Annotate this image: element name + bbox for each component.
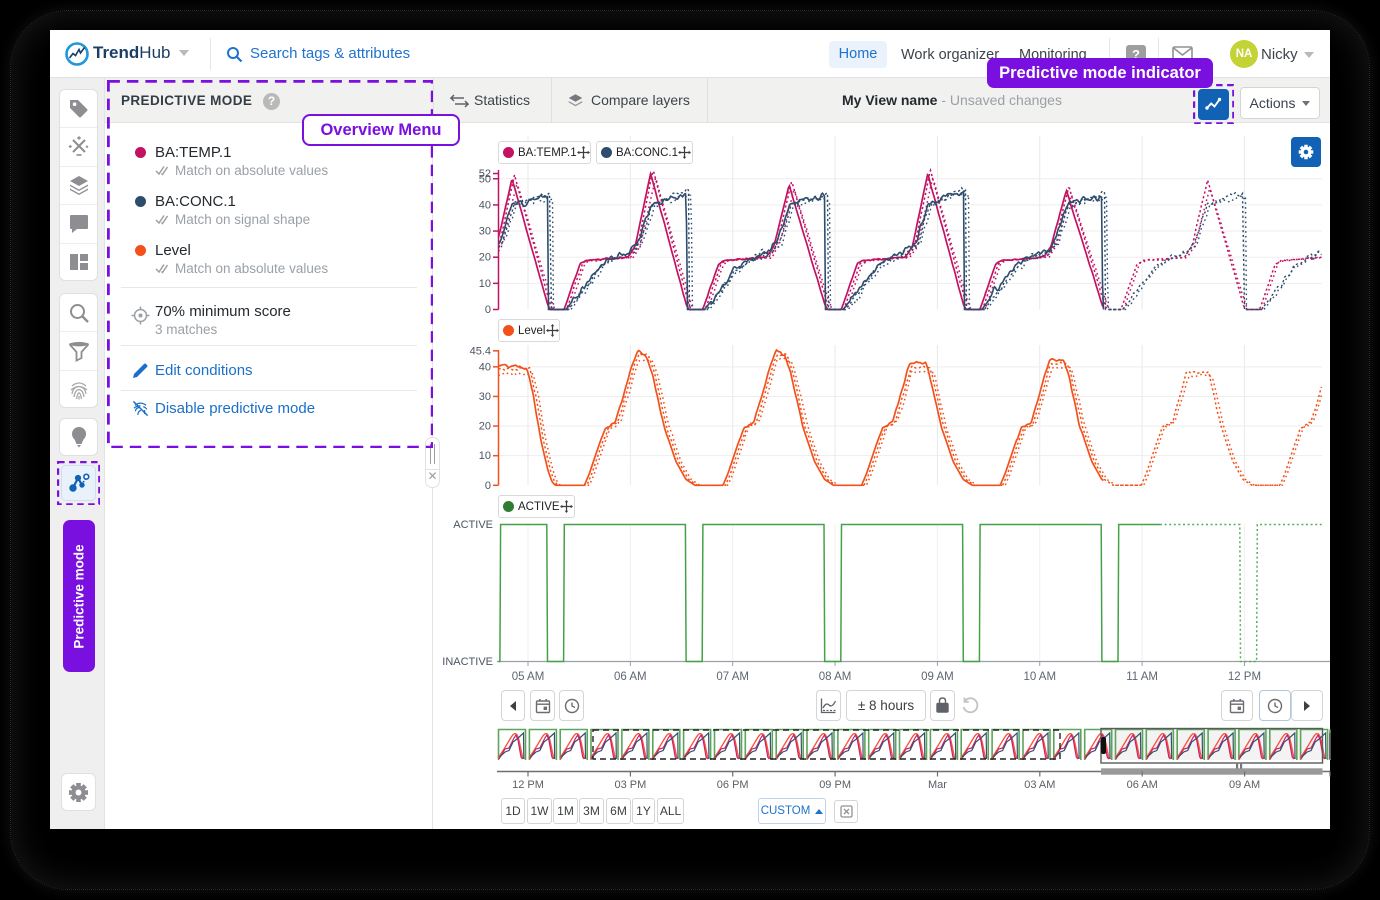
svg-text:12 PM: 12 PM — [512, 779, 544, 791]
svg-text:03 PM: 03 PM — [615, 779, 647, 791]
svg-text:06 AM: 06 AM — [1127, 779, 1158, 791]
svg-text:09 PM: 09 PM — [819, 779, 851, 791]
svg-text:06 PM: 06 PM — [717, 779, 749, 791]
svg-text:Mar: Mar — [928, 779, 947, 791]
svg-text:09 AM: 09 AM — [1229, 779, 1260, 791]
svg-text:03 AM: 03 AM — [1024, 779, 1055, 791]
